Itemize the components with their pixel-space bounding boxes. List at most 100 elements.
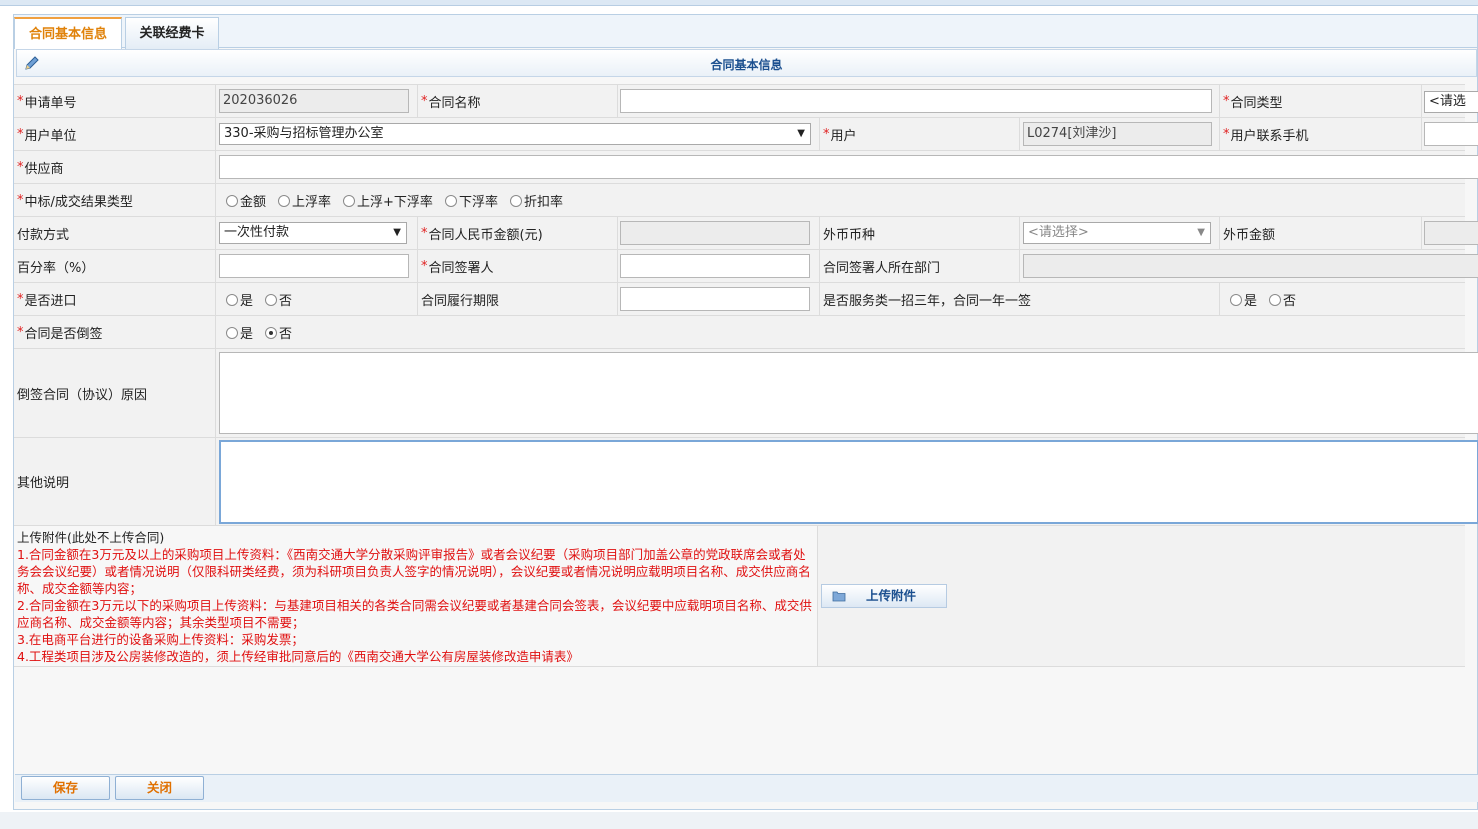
signer-dept-input <box>1023 254 1478 278</box>
upload-row: 上传附件(此处不上传合同) 1.合同金额在3万元及以上的采购项目上传资料：《西南… <box>14 525 1465 667</box>
upload-note-1: 1.合同金额在3万元及以上的采购项目上传资料：《西南交通大学分散采购评审报告》或… <box>17 547 811 596</box>
label-signer: * 合同签署人 <box>418 250 618 282</box>
is-import-cell: 是 否 <box>216 283 418 315</box>
label-user-unit: * 用户单位 <box>14 118 216 150</box>
chevron-down-icon: ▼ <box>1197 227 1205 238</box>
footer-toolbar: 保存 关闭 <box>15 774 1478 802</box>
tab-bar: 合同基本信息 关联经费卡 <box>14 15 1477 49</box>
label-contract-name: * 合同名称 <box>418 85 618 117</box>
label-fx-currency: 外币币种 <box>820 217 1020 249</box>
chevron-down-icon: ▼ <box>393 227 401 238</box>
backdated-radio-group: 是 否 <box>226 323 304 342</box>
result-type-radio-group: 金额 上浮率 上浮+下浮率 下浮率 折扣率 <box>226 191 575 210</box>
label-contract-type: * 合同类型 <box>1220 85 1422 117</box>
label-signer-dept: 合同签署人所在部门 <box>820 250 1020 282</box>
result-type-cell: 金额 上浮率 上浮+下浮率 下浮率 折扣率 <box>216 184 1465 216</box>
percent-input[interactable] <box>219 254 409 278</box>
backdate-reason-textarea[interactable] <box>219 352 1478 434</box>
label-percent: 百分率（%） <box>14 250 216 282</box>
form-row: * 供应商 <box>14 150 1478 183</box>
save-button[interactable]: 保存 <box>21 776 110 800</box>
signer-dept-cell <box>1020 250 1478 282</box>
label-service-3yr: 是否服务类一招三年，合同一年一签 <box>820 283 1220 315</box>
other-textarea[interactable] <box>219 440 1478 524</box>
user-cell: L0274[刘津沙] <box>1020 118 1220 150</box>
supplier-cell <box>216 151 1478 183</box>
upload-note-2: 2.合同金额在3万元以下的采购项目上传资料：与基建项目相关的各类合同需会议纪要或… <box>17 598 812 630</box>
supplier-input[interactable] <box>219 155 1478 179</box>
contract-type-cell: <请选 <box>1422 85 1478 117</box>
form-row: 其他说明 <box>14 437 1478 525</box>
label-fx-amount: 外币金额 <box>1220 217 1422 249</box>
radio-import-no[interactable]: 否 <box>265 290 292 309</box>
form-row: 付款方式 一次性付款 ▼ * 合同人民币金额(元) 外币币种 <请选择> ▼ 外币… <box>14 216 1478 249</box>
backdate-reason-cell <box>216 349 1478 437</box>
user-unit-cell: 330-采购与招标管理办公室 ▼ <box>216 118 820 150</box>
form-row: 倒签合同（协议）原因 <box>14 348 1478 437</box>
label-rmb-amount: * 合同人民币金额(元) <box>418 217 618 249</box>
form-row: * 用户单位 330-采购与招标管理办公室 ▼ * 用户 L0274[刘津沙] * 用… <box>14 117 1478 150</box>
form-row: * 是否进口 是 否 合同履行期限 是否服务类一招三年，合同一年一签 是 否 <box>14 282 1465 315</box>
form-row: 百分率（%） * 合同签署人 合同签署人所在部门 <box>14 249 1478 282</box>
label-supplier: * 供应商 <box>14 151 216 183</box>
radio-down-rate[interactable]: 下浮率 <box>444 191 498 210</box>
user-phone-input[interactable] <box>1424 122 1478 146</box>
rmb-amount-input <box>620 221 810 245</box>
percent-cell <box>216 250 418 282</box>
label-term: 合同履行期限 <box>418 283 618 315</box>
chevron-down-icon: ▼ <box>797 128 805 139</box>
fx-amount-input <box>1424 221 1478 245</box>
fx-currency-cell: <请选择> ▼ <box>1020 217 1220 249</box>
close-button[interactable]: 关闭 <box>115 776 204 800</box>
upload-note-3: 3.在电商平台进行的设备采购上传资料：采购发票； <box>17 632 304 647</box>
pay-method-value: 一次性付款 <box>224 225 290 240</box>
label-backdated: * 合同是否倒签 <box>14 316 216 348</box>
contract-type-select[interactable]: <请选 <box>1424 91 1478 113</box>
radio-backdated-no[interactable]: 否 <box>265 323 292 342</box>
label-backdate-reason: 倒签合同（协议）原因 <box>14 349 216 437</box>
radio-backdated-yes[interactable]: 是 <box>226 323 253 342</box>
radio-up-rate[interactable]: 上浮率 <box>278 191 331 210</box>
radio-up-down-rate[interactable]: 上浮+下浮率 <box>343 191 433 210</box>
upload-note-4: 4.工程类项目涉及公房装修改造的，须上传经审批同意后的《西南交通大学公有房屋装修… <box>17 649 579 664</box>
service-3yr-cell: 是 否 <box>1220 283 1465 315</box>
other-cell <box>216 438 1478 525</box>
tab-contract-info[interactable]: 合同基本信息 <box>14 17 122 49</box>
apply-no-cell: 202036026 <box>216 85 418 117</box>
signer-input[interactable] <box>620 254 810 278</box>
label-other: 其他说明 <box>14 438 216 525</box>
label-user: * 用户 <box>820 118 1020 150</box>
label-result-type: * 中标/成交结果类型 <box>14 184 216 216</box>
pay-method-select[interactable]: 一次性付款 ▼ <box>219 222 407 244</box>
apply-no-input: 202036026 <box>219 89 409 113</box>
term-cell <box>618 283 820 315</box>
label-pay-method: 付款方式 <box>14 217 216 249</box>
contract-name-cell <box>618 85 1220 117</box>
is-import-radio-group: 是 否 <box>226 290 304 309</box>
bottom-strip <box>0 812 1478 829</box>
signer-cell <box>618 250 820 282</box>
contract-name-input[interactable] <box>620 89 1212 113</box>
label-apply-no: * 申请单号 <box>14 85 216 117</box>
radio-discount-rate[interactable]: 折扣率 <box>509 191 563 210</box>
radio-service-no[interactable]: 否 <box>1269 290 1296 309</box>
upload-attachment-button[interactable]: 上传附件 <box>821 584 947 608</box>
form-row: * 中标/成交结果类型 金额 上浮率 上浮+下浮率 下浮率 折扣率 <box>14 183 1465 216</box>
form-row: * 合同是否倒签 是 否 <box>14 315 1465 348</box>
label-user-phone: * 用户联系手机 <box>1220 118 1422 150</box>
user-phone-cell <box>1422 118 1478 150</box>
folder-icon <box>832 591 846 602</box>
user-input: L0274[刘津沙] <box>1023 122 1212 146</box>
user-unit-select[interactable]: 330-采购与招标管理办公室 ▼ <box>219 123 811 145</box>
upload-attachment-label: 上传附件 <box>866 588 917 603</box>
term-input[interactable] <box>620 287 810 311</box>
rmb-amount-cell <box>618 217 820 249</box>
radio-import-yes[interactable]: 是 <box>226 290 253 309</box>
tab-linked-funding-card[interactable]: 关联经费卡 <box>125 17 219 49</box>
radio-service-yes[interactable]: 是 <box>1230 290 1257 309</box>
fx-currency-select[interactable]: <请选择> ▼ <box>1023 222 1211 244</box>
form-row: * 申请单号 202036026 * 合同名称 * 合同类型 <请选 <box>14 84 1478 117</box>
backdated-cell: 是 否 <box>216 316 1465 348</box>
upload-notes-cell: 上传附件(此处不上传合同) 1.合同金额在3万元及以上的采购项目上传资料：《西南… <box>14 526 818 666</box>
radio-amount[interactable]: 金额 <box>226 191 266 210</box>
